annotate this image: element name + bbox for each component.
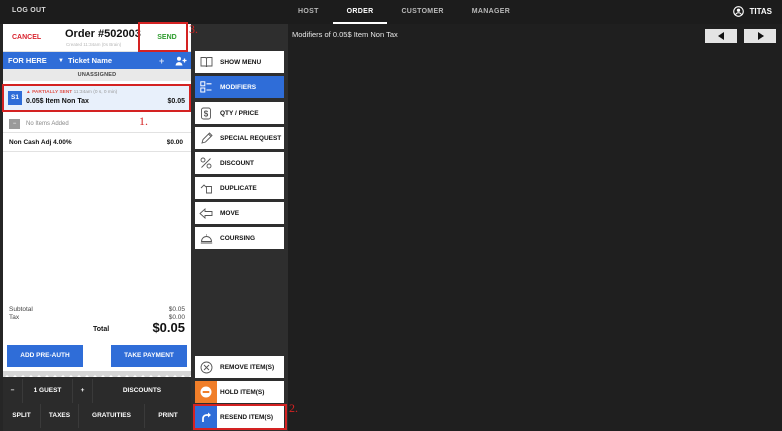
annotation-box-1 <box>2 84 191 112</box>
discount-button[interactable]: DISCOUNT <box>195 152 284 174</box>
tax-label: Tax <box>9 314 20 321</box>
qty-price-button[interactable]: $ QTY / PRICE <box>195 102 284 124</box>
modifiers-button[interactable]: MODIFIERS <box>195 76 284 98</box>
qty-price-label: QTY / PRICE <box>220 109 259 117</box>
annotation-label-2: 2. <box>289 401 298 415</box>
modifiers-panel: Modifiers of 0.05$ Item Non Tax <box>288 24 782 431</box>
modifiers-label: MODIFIERS <box>220 83 257 91</box>
add-user-icon <box>175 56 187 65</box>
minus-icon: − <box>9 119 20 129</box>
guest-row: − 1 GUEST + DISCOUNTS <box>3 379 191 403</box>
modifiers-title: Modifiers of 0.05$ Item Non Tax <box>292 30 398 39</box>
user-menu[interactable]: TITAS <box>733 6 772 17</box>
order-created-time: Created 11:34am (0s Brain) <box>66 42 122 47</box>
taxes-button[interactable]: TAXES <box>41 404 79 428</box>
nav-tabs: HOST ORDER CUSTOMER MANAGER <box>284 0 524 24</box>
duplicate-icon <box>200 184 212 194</box>
noncash-label: Non Cash Adj 4.00% <box>9 139 72 146</box>
top-bar: LOG OUT HOST ORDER CUSTOMER MANAGER TITA… <box>0 0 782 24</box>
total-label: Total <box>93 326 110 333</box>
coursing-button[interactable]: COURSING <box>195 227 284 249</box>
arrow-left-icon <box>717 32 724 40</box>
special-request-button[interactable]: SPECIAL REQUEST <box>195 127 284 149</box>
remove-circle-icon <box>200 361 212 373</box>
order-title: Order #502003 <box>65 28 141 40</box>
next-button[interactable] <box>744 29 776 43</box>
divider <box>3 151 191 152</box>
add-customer-button[interactable] <box>171 52 191 69</box>
logout-button[interactable]: LOG OUT <box>12 7 46 14</box>
tab-customer[interactable]: CUSTOMER <box>387 0 457 24</box>
no-items-label: No Items Added <box>26 121 69 127</box>
pencil-icon <box>200 131 213 144</box>
arrow-right-icon <box>757 32 764 40</box>
ticket-bar: FOR HERE ▼ Ticket Name + <box>3 52 191 69</box>
subtotal-label: Subtotal <box>9 306 33 313</box>
user-name: TITAS <box>749 7 772 16</box>
plus-icon[interactable]: + <box>159 56 171 66</box>
gratuities-button[interactable]: GRATUITIES <box>79 404 145 428</box>
remove-items-label: REMOVE ITEM(S) <box>220 363 275 371</box>
chevron-down-icon[interactable]: ▼ <box>58 58 68 64</box>
move-arrow-icon <box>199 207 213 219</box>
guest-plus-button[interactable]: + <box>73 379 93 403</box>
cancel-button[interactable]: CANCEL <box>12 34 41 41</box>
bottom-toolbar: − 1 GUEST + DISCOUNTS SPLIT TAXES GRATUI… <box>3 377 191 431</box>
remove-items-button[interactable]: REMOVE ITEM(S) <box>195 356 284 378</box>
book-icon <box>200 57 212 68</box>
print-button[interactable]: PRINT <box>145 404 191 428</box>
annotation-box-2 <box>193 404 287 430</box>
add-preauth-button[interactable]: ADD PRE-AUTH <box>7 345 83 367</box>
tab-manager[interactable]: MANAGER <box>458 0 524 24</box>
take-payment-button[interactable]: TAKE PAYMENT <box>111 345 187 367</box>
dollar-icon: $ <box>201 107 211 119</box>
hold-items-button[interactable]: HOLD ITEM(S) <box>195 381 284 403</box>
show-menu-button[interactable]: SHOW MENU <box>195 51 284 73</box>
tab-host[interactable]: HOST <box>284 0 333 24</box>
no-items-row: − No Items Added <box>9 119 69 129</box>
special-request-label: SPECIAL REQUEST <box>220 134 282 142</box>
item-actions-panel: SHOW MENU MODIFIERS $ QTY / PRICE SPECIA… <box>191 24 288 431</box>
duplicate-label: DUPLICATE <box>220 184 257 192</box>
split-button[interactable]: SPLIT <box>3 404 41 428</box>
action-row: SPLIT TAXES GRATUITIES PRINT <box>3 404 191 428</box>
discounts-button[interactable]: DISCOUNTS <box>93 379 191 403</box>
percent-icon <box>200 157 212 169</box>
move-button[interactable]: MOVE <box>195 202 284 224</box>
subtotal-value: $0.05 <box>168 306 185 313</box>
annotation-label-1: 1. <box>139 114 148 128</box>
hold-items-label: HOLD ITEM(S) <box>220 388 265 396</box>
guest-minus-button[interactable]: − <box>3 379 23 403</box>
show-menu-label: SHOW MENU <box>220 58 262 66</box>
cloche-icon <box>200 234 212 243</box>
discount-label: DISCOUNT <box>220 159 254 167</box>
move-label: MOVE <box>220 209 240 217</box>
tab-order[interactable]: ORDER <box>332 0 388 24</box>
annotation-label-3: 3. <box>189 22 198 36</box>
ticket-name-field[interactable]: Ticket Name <box>68 56 159 65</box>
dining-option-select[interactable]: FOR HERE <box>3 56 58 65</box>
divider <box>3 132 191 133</box>
list-icon <box>200 81 212 93</box>
duplicate-button[interactable]: DUPLICATE <box>195 177 284 199</box>
total-value: $0.05 <box>152 320 185 335</box>
coursing-label: COURSING <box>220 234 256 242</box>
svg-text:$: $ <box>204 109 209 118</box>
hold-icon <box>200 386 212 398</box>
previous-button[interactable] <box>705 29 737 43</box>
seat-group-header: UNASSIGNED <box>3 69 191 81</box>
guest-count: 1 GUEST <box>23 379 73 403</box>
annotation-box-3 <box>138 22 188 52</box>
user-icon <box>733 6 745 17</box>
noncash-value: $0.00 <box>166 139 183 146</box>
